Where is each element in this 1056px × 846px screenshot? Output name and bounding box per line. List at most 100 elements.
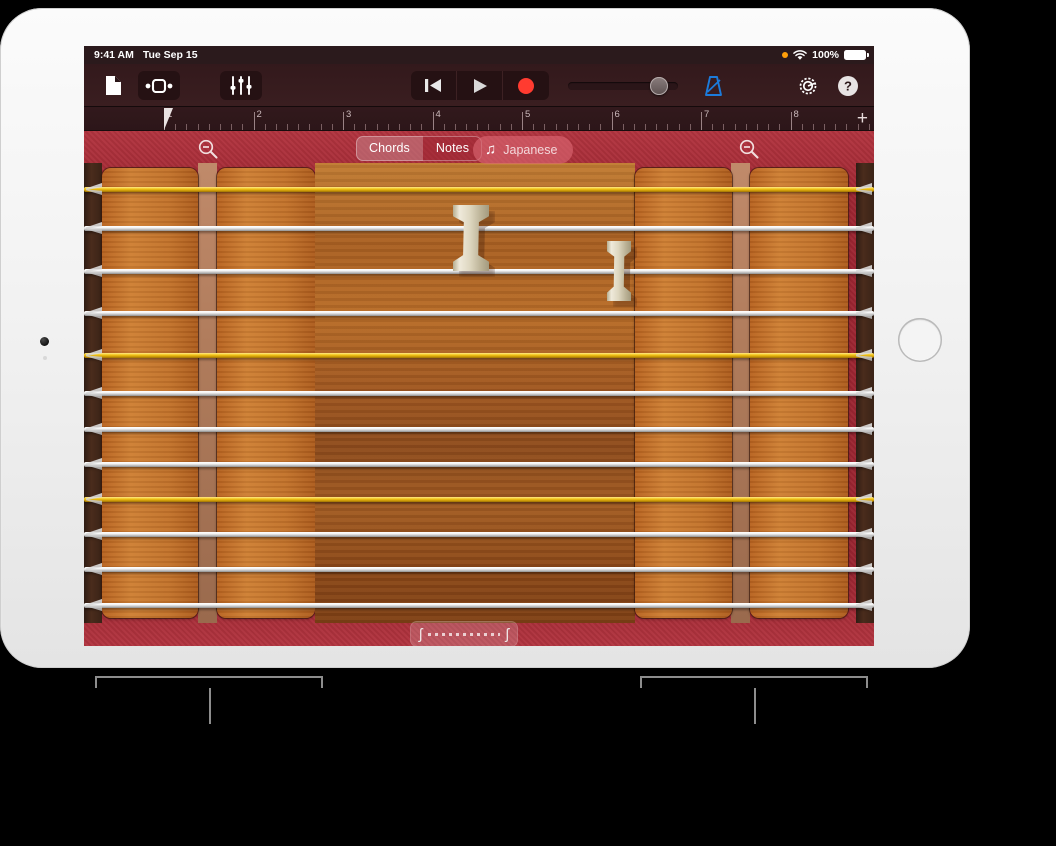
ruler-bar-number: 6 [614, 109, 620, 120]
zoom-out-right-button[interactable] [738, 138, 760, 160]
status-bar-left: 9:41 AM Tue Sep 15 [94, 49, 198, 61]
koto-string[interactable] [84, 532, 874, 537]
timeline-ruler[interactable]: 12345678 + [84, 107, 874, 131]
ruler-bar-number: 3 [346, 109, 352, 120]
svg-text:?: ? [844, 78, 852, 93]
ruler-subdivision-mark [768, 124, 770, 130]
playhead[interactable] [164, 108, 174, 130]
ruler-subdivision-mark [477, 124, 479, 130]
koto-string[interactable] [84, 462, 874, 467]
master-volume-slider[interactable] [568, 77, 678, 95]
scale-selector-button[interactable]: ♫ Japanese [473, 136, 574, 164]
segment-chords[interactable]: Chords [356, 136, 423, 161]
ruler-subdivision-mark [756, 124, 758, 130]
record-icon [518, 77, 534, 94]
music-note-icon: ♫ [485, 141, 497, 158]
ruler-subdivision-mark [376, 124, 378, 130]
ruler-subdivision-mark [410, 124, 412, 130]
ruler-subdivision-mark [712, 124, 714, 130]
track-view-button[interactable] [138, 71, 180, 100]
koto-string[interactable] [84, 427, 874, 432]
handle-right-glyph: ʃ [505, 625, 509, 643]
ruler-subdivision-mark [779, 124, 781, 130]
ruler-bar-mark [522, 112, 523, 130]
scale-name-label: Japanese [503, 142, 558, 157]
play-icon [473, 78, 487, 93]
ruler-subdivision-mark [723, 124, 725, 130]
ruler-subdivision-mark [398, 124, 400, 130]
ruler-subdivision-mark [387, 124, 389, 130]
ruler-subdivision-mark [197, 124, 199, 130]
koto-string[interactable] [84, 311, 874, 316]
ruler-subdivision-mark [566, 124, 568, 130]
chords-notes-segmented-control: Chords Notes [356, 136, 483, 161]
rewind-button[interactable] [411, 71, 457, 100]
ruler-subdivision-mark [600, 124, 602, 130]
string-wire [84, 391, 874, 396]
ruler-subdivision-mark [264, 124, 266, 130]
ruler-subdivision-mark [544, 124, 546, 130]
string-wire [84, 311, 874, 316]
song-settings-button[interactable] [793, 71, 823, 100]
koto-string[interactable] [84, 391, 874, 396]
ruler-subdivision-mark [835, 124, 837, 130]
ruler-subdivision-mark [331, 124, 333, 130]
ruler-bar-mark [253, 112, 255, 130]
metronome-button[interactable] [698, 71, 728, 100]
record-button[interactable] [503, 71, 549, 100]
ruler-subdivision-mark [298, 124, 300, 130]
string-wire [84, 532, 874, 537]
sound-browser-button[interactable] [98, 71, 128, 100]
ruler-subdivision-mark [577, 124, 579, 130]
ruler-subdivision-mark [175, 124, 177, 130]
ruler-subdivision-mark [354, 124, 356, 130]
rewind-icon [425, 79, 441, 92]
ruler-subdivision-mark [622, 124, 624, 130]
tracks-icon [145, 78, 173, 93]
ipad-screen: 9:41 AM Tue Sep 15 100% ? 1 2 3 4 5 6 7 … [84, 46, 874, 646]
bridge-2[interactable] [607, 241, 637, 307]
ruler-subdivision-mark [421, 124, 423, 130]
ruler-subdivision-mark [824, 124, 826, 130]
koto-string[interactable] [84, 353, 874, 358]
koto-string[interactable] [84, 497, 874, 502]
ruler-subdivision-mark [633, 124, 635, 130]
ruler-subdivision-mark [499, 124, 501, 130]
track-controls-button[interactable] [220, 71, 262, 100]
ruler-subdivision-mark [287, 124, 289, 130]
ruler-bar-mark [343, 112, 344, 130]
home-button[interactable] [898, 318, 942, 362]
koto-instrument[interactable]: ʃ ʃ [84, 163, 874, 646]
mixer-sliders-icon [230, 76, 252, 95]
zoom-out-left-button[interactable] [197, 138, 219, 160]
callout-right-stem [754, 688, 756, 724]
play-button[interactable] [457, 71, 503, 100]
ruler-bar-number: 7 [704, 109, 710, 120]
status-date: Tue Sep 15 [142, 49, 198, 61]
ruler-subdivision-mark [365, 124, 367, 130]
battery-icon [844, 50, 869, 60]
ruler-subdivision-mark [678, 124, 680, 130]
ambient-light-sensor [43, 356, 47, 360]
battery-percent-label: 100% [812, 49, 839, 61]
status-time: 9:41 AM [94, 49, 134, 61]
ruler-bar-mark [790, 112, 792, 130]
koto-string[interactable] [84, 187, 874, 192]
handle-dots [428, 632, 500, 636]
add-section-button[interactable]: + [857, 109, 868, 128]
bridge-1[interactable] [453, 205, 495, 277]
help-button[interactable]: ? [833, 71, 863, 100]
koto-string[interactable] [84, 567, 874, 572]
ruler-bar-mark [611, 112, 613, 130]
ruler-subdivision-mark [812, 124, 814, 130]
ruler-subdivision-mark [656, 124, 658, 130]
metronome-icon [704, 75, 722, 96]
string-spacing-handle[interactable]: ʃ ʃ [410, 621, 518, 646]
ruler-subdivision-mark [443, 124, 445, 130]
ruler-subdivision-mark [454, 124, 456, 130]
ruler-subdivision-mark [488, 124, 490, 130]
ruler-subdivision-mark [309, 124, 311, 130]
instrument-area: Chords Notes ♫ Japanese ʃ ʃ [84, 131, 874, 646]
koto-string[interactable] [84, 603, 874, 608]
master-volume-knob[interactable] [650, 77, 668, 95]
